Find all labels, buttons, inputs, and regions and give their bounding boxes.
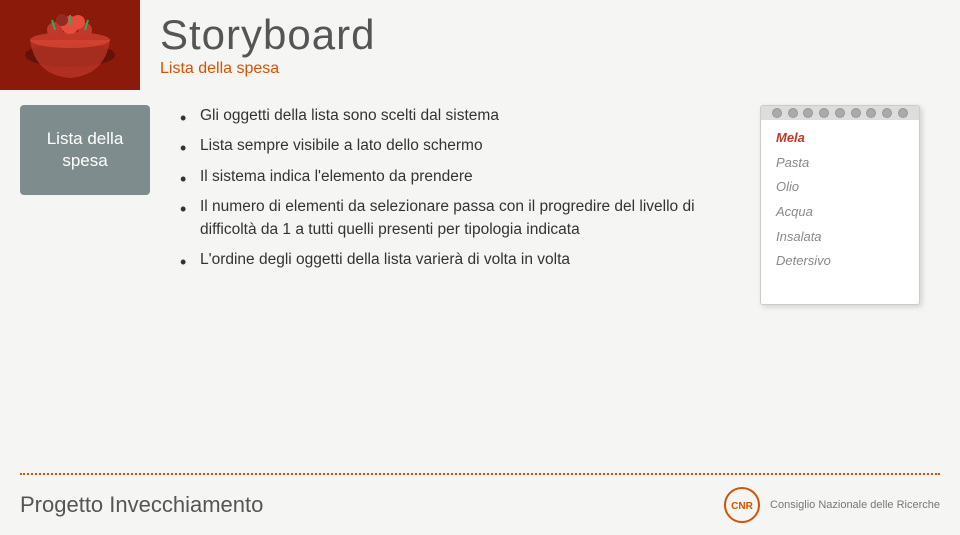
cnr-logo-icon: CNR — [724, 487, 760, 523]
notebook-item: Olio — [776, 175, 904, 200]
svg-text:CNR: CNR — [731, 501, 753, 512]
label-box: Lista della spesa — [20, 105, 150, 195]
page-title: Storyboard — [160, 12, 375, 58]
footer-logo: CNR Consiglio Nazionale delle Ricerche — [724, 487, 940, 523]
bullet-list: Gli oggetti della lista sono scelti dal … — [180, 100, 720, 465]
bullet-item: Gli oggetti della lista sono scelti dal … — [180, 105, 720, 127]
bowl-illustration — [0, 0, 140, 90]
bullet-item: L'ordine degli oggetti della lista varie… — [180, 249, 720, 271]
bullet-item: Lista sempre visibile a lato dello scher… — [180, 135, 720, 157]
page-subtitle: Lista della spesa — [160, 60, 375, 78]
notebook-spiral — [761, 106, 919, 120]
notebook: MelaPastaOlioAcquaInsalataDetersivo — [760, 105, 920, 305]
footer-logo-text: Consiglio Nazionale delle Ricerche — [770, 498, 940, 512]
spiral-dot — [898, 108, 908, 118]
notebook-area: MelaPastaOlioAcquaInsalataDetersivo — [750, 100, 930, 465]
notebook-item: Pasta — [776, 151, 904, 176]
main-content: Lista della spesa Gli oggetti della list… — [0, 90, 960, 475]
notebook-lines: MelaPastaOlioAcquaInsalataDetersivo — [761, 106, 919, 284]
header-image — [0, 0, 140, 90]
spiral-dot — [851, 108, 861, 118]
spiral-dot — [803, 108, 813, 118]
spiral-dot — [788, 108, 798, 118]
header-image-bg — [0, 0, 140, 90]
bullet-list-items: Gli oggetti della lista sono scelti dal … — [180, 105, 720, 272]
footer: Progetto Invecchiamento CNR Consiglio Na… — [0, 475, 960, 535]
header: Storyboard Lista della spesa — [0, 0, 960, 90]
notebook-item: Mela — [776, 126, 904, 151]
bullet-item: Il numero di elementi da selezionare pas… — [180, 196, 720, 241]
notebook-item: Acqua — [776, 200, 904, 225]
spiral-dot — [819, 108, 829, 118]
bullet-item: Il sistema indica l'elemento da prendere — [180, 166, 720, 188]
notebook-item: Insalata — [776, 225, 904, 250]
spiral-dot — [772, 108, 782, 118]
footer-project-title: Progetto Invecchiamento — [20, 492, 263, 518]
spiral-dot — [835, 108, 845, 118]
header-text-group: Storyboard Lista della spesa — [140, 12, 375, 78]
spiral-dot — [882, 108, 892, 118]
notebook-item: Detersivo — [776, 249, 904, 274]
spiral-dot — [866, 108, 876, 118]
